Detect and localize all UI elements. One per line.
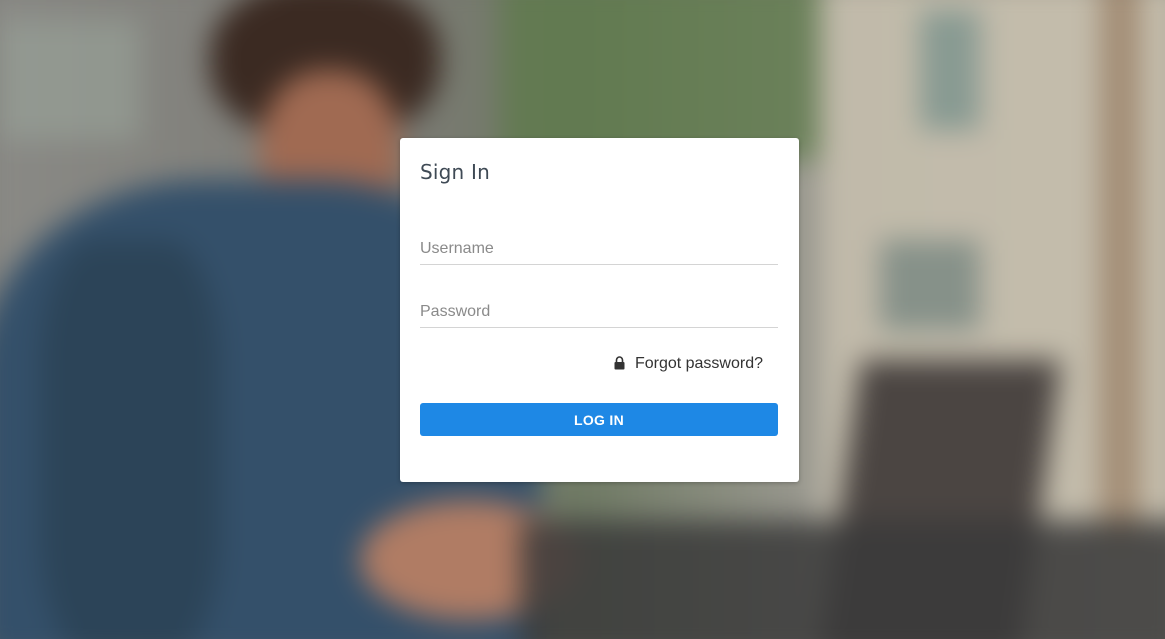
login-button[interactable]: LOG IN <box>420 403 778 436</box>
login-card: Sign In Forgot password? LOG IN <box>400 138 799 482</box>
password-input[interactable] <box>420 296 778 328</box>
forgot-password-label[interactable]: Forgot password? <box>635 355 763 373</box>
sign-in-title: Sign In <box>420 160 490 184</box>
username-input[interactable] <box>420 233 778 265</box>
lock-icon <box>614 356 625 370</box>
forgot-password-link[interactable]: Forgot password? <box>614 355 763 373</box>
